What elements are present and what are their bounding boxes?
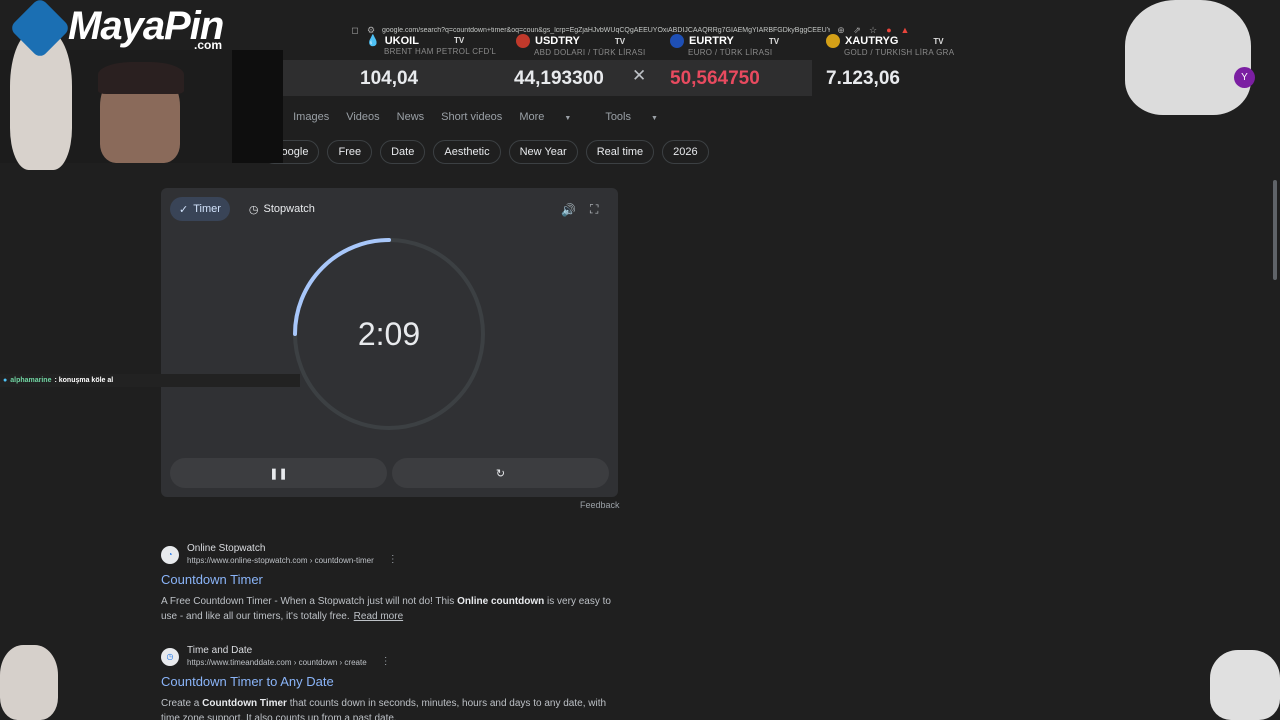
oil-drop-icon: 💧: [366, 35, 380, 47]
tab-more-label: More: [519, 111, 545, 123]
ticker-symbol: EURTRY: [689, 35, 734, 47]
result-title[interactable]: Countdown Timer: [161, 572, 621, 587]
site-favicon: ◷: [161, 647, 179, 666]
tradingview-badge: TV: [453, 36, 465, 45]
chip-date[interactable]: Date: [380, 140, 426, 164]
filter-chips: Google Free Date Aesthetic New Year Real…: [262, 140, 709, 164]
tab-images[interactable]: Images: [293, 111, 329, 123]
search-result: ◔ Online Stopwatch https://www.online-st…: [161, 543, 621, 624]
fullscreen-icon[interactable]: ⛶: [590, 202, 598, 217]
ticker-subtitle: ABD DOLARI / TÜRK LİRASI: [534, 48, 646, 57]
result-site[interactable]: Time and Date: [187, 645, 367, 657]
tab-more[interactable]: More ▼: [519, 111, 588, 123]
tradingview-badge: TV: [933, 36, 944, 46]
curtain: [232, 50, 283, 163]
gold-icon: [826, 34, 840, 48]
reset-icon: ↻: [495, 467, 506, 480]
logo-domain: .com: [194, 38, 223, 52]
tab-timer[interactable]: ✓ Timer: [170, 197, 230, 221]
pause-button[interactable]: ❚❚: [170, 458, 387, 488]
more-options-icon[interactable]: ⋮: [381, 656, 391, 667]
chat-text: : konuşma köle al: [54, 377, 114, 384]
caret-down-icon: ▼: [651, 115, 658, 122]
read-more-link[interactable]: Read more: [354, 611, 403, 622]
logo-mark-icon: [8, 0, 72, 60]
screen: ◻ ⚙ google.com/search?q=countdown+timer&…: [0, 0, 1280, 720]
tab-stopwatch[interactable]: ◷ Stopwatch: [240, 197, 324, 221]
scrollbar[interactable]: [1273, 180, 1277, 280]
chip-new-year[interactable]: New Year: [508, 140, 578, 164]
timer-display[interactable]: 2:09: [291, 236, 487, 432]
reset-button[interactable]: ↻: [392, 458, 609, 488]
cat-sticker: [1125, 0, 1251, 115]
chip-aesthetic[interactable]: Aesthetic: [433, 140, 501, 164]
snippet-bold: Online countdown: [457, 596, 545, 607]
ticker-item: 💧 UKOIL TV BRENT HAM PETROL CFD'L 104,04: [360, 34, 497, 90]
ticker-subtitle: GOLD / TURKISH LİRA GRA: [844, 48, 955, 57]
ticker-symbol: XAUTRYG: [845, 35, 899, 47]
flag-icon: [516, 34, 530, 48]
site-favicon: ◔: [161, 545, 179, 564]
tab-news[interactable]: News: [397, 111, 425, 123]
pause-icon: ❚❚: [269, 467, 288, 480]
tab-stopwatch-label: Stopwatch: [263, 203, 315, 215]
ticker-subtitle: EURO / TÜRK LİRASI: [688, 48, 773, 57]
tab-tools[interactable]: Tools ▼: [605, 111, 675, 123]
result-site[interactable]: Online Stopwatch: [187, 543, 374, 555]
chip-free[interactable]: Free: [327, 140, 373, 164]
snippet-text: Create a: [161, 698, 203, 709]
snippet-bold: Countdown Timer: [202, 698, 287, 709]
ticker-item: USDTRY TV ABD DOLARI / TÜRK LİRASI 44,193…: [514, 34, 646, 89]
ticker-item: EURTRY TV EURO / TÜRK LİRASI 50,564750: [670, 34, 780, 89]
clock-icon: ◷: [248, 203, 259, 216]
chip-2026[interactable]: 2026: [662, 140, 709, 164]
cat-sticker: [1210, 650, 1280, 720]
ticker-subtitle: BRENT HAM PETROL CFD'L: [384, 47, 497, 56]
url-text[interactable]: google.com/search?q=countdown+timer&oq=c…: [382, 27, 830, 34]
ticker-value: 7.123,06: [826, 68, 900, 89]
ticker-symbol: USDTRY: [535, 35, 580, 47]
flag-icon: [670, 34, 684, 48]
chat-message: ● alphamarine : konuşma köle al: [0, 374, 300, 387]
chat-badge-icon: ●: [3, 377, 8, 384]
ticker-item: XAUTRYG TV GOLD / TURKISH LİRA GRA 7.123,…: [826, 34, 955, 89]
tradingview-badge: TV: [768, 36, 780, 46]
stock-ticker: 💧 UKOIL TV BRENT HAM PETROL CFD'L 104,04 U…: [282, 34, 982, 96]
tab-short-videos[interactable]: Short videos: [441, 111, 502, 123]
feedback-link[interactable]: Feedback: [580, 500, 620, 510]
timer-widget: ✓ Timer ◷ Stopwatch 🔊 ⛶ 2:09 ❚❚ ↻: [161, 188, 618, 497]
account-avatar[interactable]: Y: [1234, 67, 1255, 88]
result-snippet: Create a Countdown Timer that counts dow…: [161, 696, 621, 720]
search-nav: g Images Videos News Short videos More▼ …: [270, 111, 692, 123]
result-title[interactable]: Countdown Timer to Any Date: [161, 674, 621, 689]
tradingview-badge: TV: [614, 36, 626, 46]
result-snippet: A Free Countdown Timer - When a Stopwatc…: [161, 594, 621, 624]
timer-tabs: ✓ Timer ◷ Stopwatch: [170, 197, 324, 221]
ticker-value: 104,04: [360, 68, 419, 89]
ticker-value: 44,193300: [514, 68, 604, 89]
check-icon: ✓: [179, 203, 189, 216]
chip-real-time[interactable]: Real time: [585, 140, 655, 164]
cat-sticker: [0, 645, 58, 720]
tab-tools-label: Tools: [605, 111, 631, 123]
caret-down-icon: ▼: [564, 115, 572, 122]
clear-search-icon[interactable]: ✕: [632, 66, 646, 86]
tab-videos[interactable]: Videos: [346, 111, 379, 123]
site-logo: MayaPin .com: [8, 0, 238, 60]
ticker-value: 50,564750: [670, 68, 760, 89]
chat-username: alphamarine: [10, 377, 52, 384]
result-url[interactable]: https://www.timeanddate.com › countdown …: [187, 657, 367, 668]
snippet-text: A Free Countdown Timer - When a Stopwatc…: [161, 596, 458, 607]
ticker-symbol: UKOIL: [384, 34, 419, 47]
result-url[interactable]: https://www.online-stopwatch.com › count…: [187, 555, 374, 566]
sound-icon[interactable]: 🔊: [561, 203, 576, 217]
streamer-hair: [98, 62, 184, 94]
tab-timer-label: Timer: [193, 203, 221, 215]
more-options-icon[interactable]: ⋮: [388, 554, 398, 565]
search-result: ◷ Time and Date https://www.timeanddate.…: [161, 645, 621, 720]
